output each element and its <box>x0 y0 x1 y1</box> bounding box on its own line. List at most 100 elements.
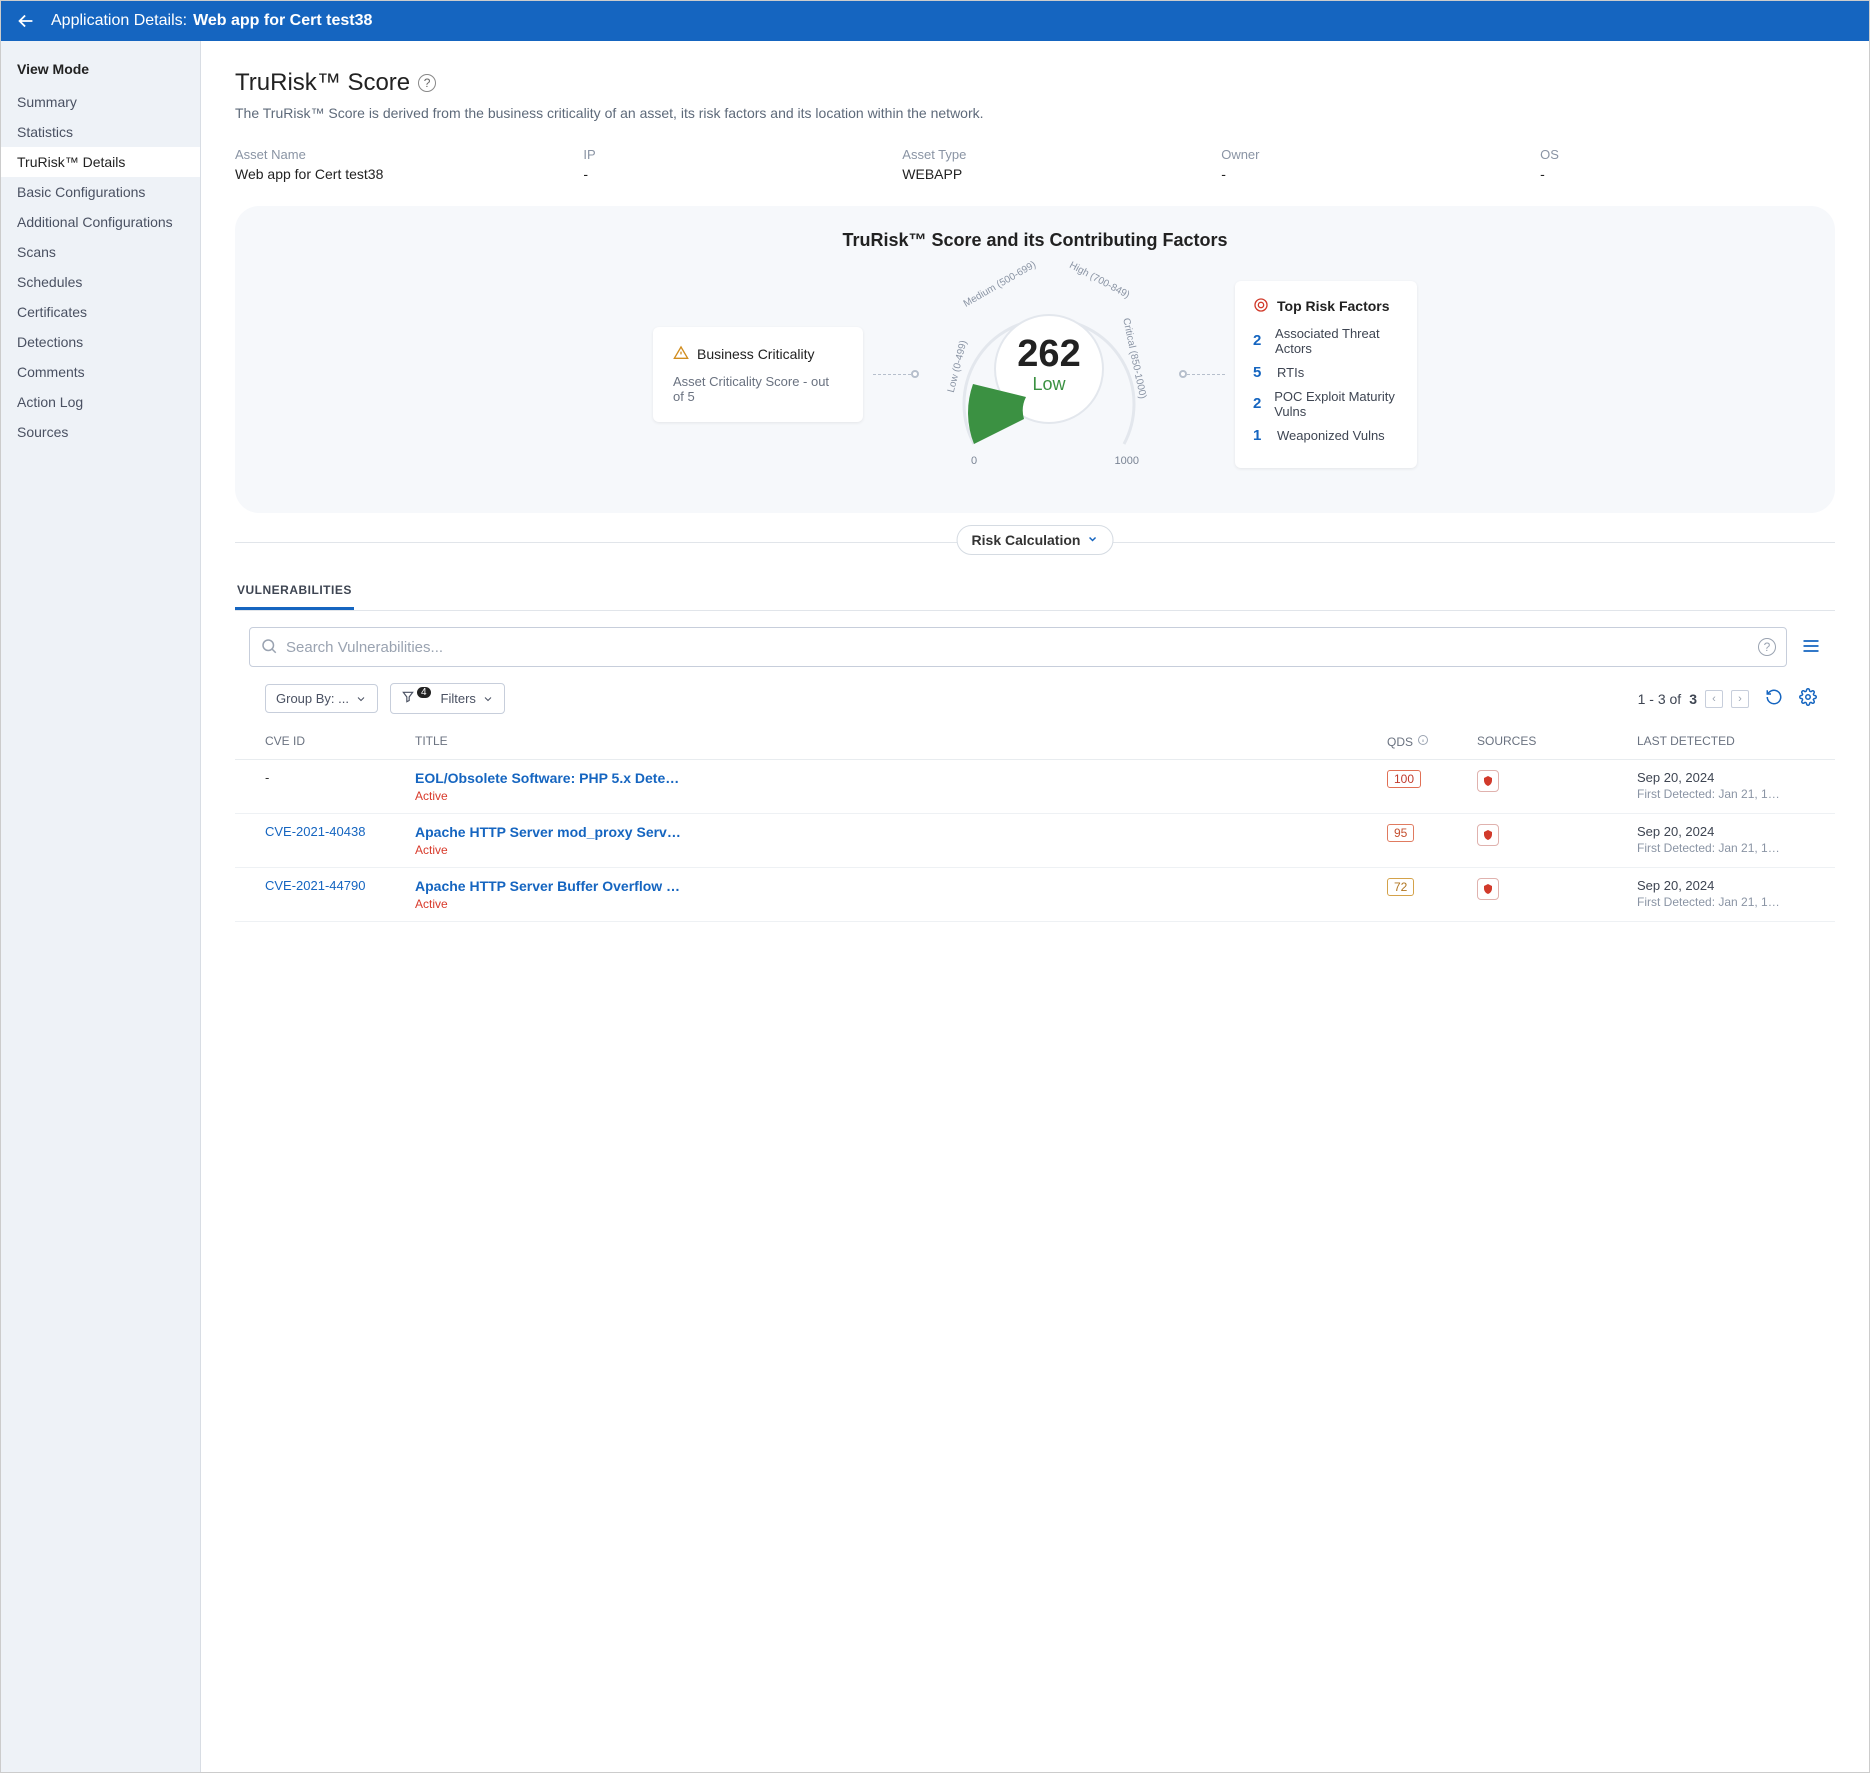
group-by-button[interactable]: Group By: ... <box>265 684 378 713</box>
sidebar-heading: View Mode <box>1 55 200 87</box>
biz-body: Asset Criticality Score - out of 5 <box>673 374 843 404</box>
chevron-down-icon <box>355 693 367 705</box>
paging-total: 3 <box>1689 691 1697 707</box>
risk-calculation-button[interactable]: Risk Calculation <box>957 525 1114 555</box>
filters-button[interactable]: 4 Filters <box>390 683 505 714</box>
risk-item-count: 2 <box>1253 332 1265 349</box>
page-title: TruRisk™ Score <box>235 69 410 97</box>
sidebar-item-comments[interactable]: Comments <box>1 357 200 387</box>
warning-icon <box>673 345 689 364</box>
menu-icon[interactable] <box>1801 636 1821 659</box>
sidebar-item-sources[interactable]: Sources <box>1 417 200 447</box>
page-subtitle: The TruRisk™ Score is derived from the b… <box>235 105 1835 121</box>
main-content: TruRisk™ Score ? The TruRisk™ Score is d… <box>201 41 1869 1772</box>
page-prev-button[interactable]: ‹ <box>1705 690 1723 708</box>
col-header-title[interactable]: TITLE <box>415 734 1387 749</box>
meta-ip: - <box>583 166 878 182</box>
metadata-row: Asset Name Web app for Cert test38 IP - … <box>235 147 1835 182</box>
sidebar-item-summary[interactable]: Summary <box>1 87 200 117</box>
gauge: 262 Low 0 1000 Low (0-499) Medium (500-6… <box>929 269 1169 479</box>
chevron-down-icon <box>482 693 494 705</box>
sidebar-item-schedules[interactable]: Schedules <box>1 267 200 297</box>
risk-item: 2 POC Exploit Maturity Vulns <box>1253 389 1399 419</box>
table-header: CVE ID TITLE QDS SOURCES LAST DETECTED <box>235 726 1835 760</box>
info-icon <box>1417 734 1429 749</box>
cell-title[interactable]: Apache HTTP Server Buffer Overflow Vul… <box>415 878 685 894</box>
target-icon <box>1253 297 1269 316</box>
table-row[interactable]: CVE-2021-40438 Apache HTTP Server mod_pr… <box>235 814 1835 868</box>
filters-label: Filters <box>441 691 476 706</box>
search-box: ? <box>249 627 1787 667</box>
gauge-max: 1000 <box>1115 455 1139 467</box>
biz-title: Business Criticality <box>697 346 814 362</box>
source-icon <box>1477 770 1499 792</box>
header-title: Web app for Cert test38 <box>193 12 372 30</box>
sidebar-item-scans[interactable]: Scans <box>1 237 200 267</box>
col-header-sources[interactable]: SOURCES <box>1477 734 1637 749</box>
sidebar-item-detections[interactable]: Detections <box>1 327 200 357</box>
search-help-icon[interactable]: ? <box>1758 638 1776 656</box>
score-card: TruRisk™ Score and its Contributing Fact… <box>235 206 1835 513</box>
meta-os: - <box>1540 166 1835 182</box>
risk-calculation-label: Risk Calculation <box>972 532 1081 548</box>
tab-vulnerabilities[interactable]: VULNERABILITIES <box>235 573 354 610</box>
score-card-title: TruRisk™ Score and its Contributing Fact… <box>263 230 1807 251</box>
page-next-button[interactable]: › <box>1731 690 1749 708</box>
meta-ip-label: IP <box>583 147 878 162</box>
connector-right <box>1179 370 1225 378</box>
filter-icon <box>401 690 415 707</box>
qds-badge: 72 <box>1387 878 1414 896</box>
source-icon <box>1477 878 1499 900</box>
gauge-score: 262 <box>1017 333 1080 376</box>
business-criticality-card: Business Criticality Asset Criticality S… <box>653 327 863 422</box>
meta-owner-label: Owner <box>1221 147 1516 162</box>
table-row[interactable]: - EOL/Obsolete Software: PHP 5.x Detecte… <box>235 760 1835 814</box>
refresh-icon[interactable] <box>1765 688 1783 709</box>
paging: 1 - 3 of 3 ‹ › <box>1638 688 1817 709</box>
source-icon <box>1477 824 1499 846</box>
sidebar-item-certificates[interactable]: Certificates <box>1 297 200 327</box>
header-title-prefix: Application Details: <box>51 12 187 30</box>
cell-last-detected: Sep 20, 2024 <box>1637 824 1817 839</box>
cell-status: Active <box>415 789 1387 803</box>
col-header-cve[interactable]: CVE ID <box>265 734 415 749</box>
qds-badge: 100 <box>1387 770 1421 788</box>
risk-item-label: Associated Threat Actors <box>1275 326 1399 356</box>
filter-count-badge: 4 <box>417 687 431 698</box>
cell-title[interactable]: EOL/Obsolete Software: PHP 5.x Detected <box>415 770 685 786</box>
cell-last-detected: Sep 20, 2024 <box>1637 770 1817 785</box>
back-icon[interactable] <box>15 10 37 32</box>
sidebar-item-additional-config[interactable]: Additional Configurations <box>1 207 200 237</box>
sidebar-item-trurisk-details[interactable]: TruRisk™ Details <box>1 147 200 177</box>
sidebar-item-statistics[interactable]: Statistics <box>1 117 200 147</box>
risk-item-label: POC Exploit Maturity Vulns <box>1274 389 1399 419</box>
table-row[interactable]: CVE-2021-44790 Apache HTTP Server Buffer… <box>235 868 1835 922</box>
risk-item-count: 5 <box>1253 364 1267 381</box>
cell-cve: - <box>265 770 415 785</box>
cell-status: Active <box>415 897 1387 911</box>
risk-title: Top Risk Factors <box>1277 298 1390 314</box>
vulnerability-table: CVE ID TITLE QDS SOURCES LAST DETECTED -… <box>235 726 1835 922</box>
cell-cve[interactable]: CVE-2021-40438 <box>265 824 415 839</box>
sidebar-item-action-log[interactable]: Action Log <box>1 387 200 417</box>
meta-asset-name: Web app for Cert test38 <box>235 166 559 182</box>
tab-bar: VULNERABILITIES <box>235 573 1835 611</box>
meta-os-label: OS <box>1540 147 1835 162</box>
risk-item: 5 RTIs <box>1253 364 1399 381</box>
search-input[interactable] <box>286 639 1758 656</box>
chevron-down-icon <box>1086 532 1098 548</box>
cell-first-detected: First Detected: Jan 21, 1… <box>1637 841 1817 855</box>
gear-icon[interactable] <box>1799 688 1817 709</box>
sidebar-item-basic-config[interactable]: Basic Configurations <box>1 177 200 207</box>
connector-left <box>873 370 919 378</box>
sidebar: View Mode Summary Statistics TruRisk™ De… <box>1 41 201 1772</box>
meta-asset-type: WEBAPP <box>902 166 1197 182</box>
risk-factors-card: Top Risk Factors 2 Associated Threat Act… <box>1235 281 1417 468</box>
col-header-qds[interactable]: QDS <box>1387 734 1477 749</box>
col-header-last-detected[interactable]: LAST DETECTED <box>1637 734 1817 749</box>
cell-title[interactable]: Apache HTTP Server mod_proxy Server S… <box>415 824 685 840</box>
help-icon[interactable]: ? <box>418 74 436 92</box>
cell-cve[interactable]: CVE-2021-44790 <box>265 878 415 893</box>
paging-range: 1 - 3 of <box>1638 691 1682 707</box>
search-icon <box>260 637 278 658</box>
